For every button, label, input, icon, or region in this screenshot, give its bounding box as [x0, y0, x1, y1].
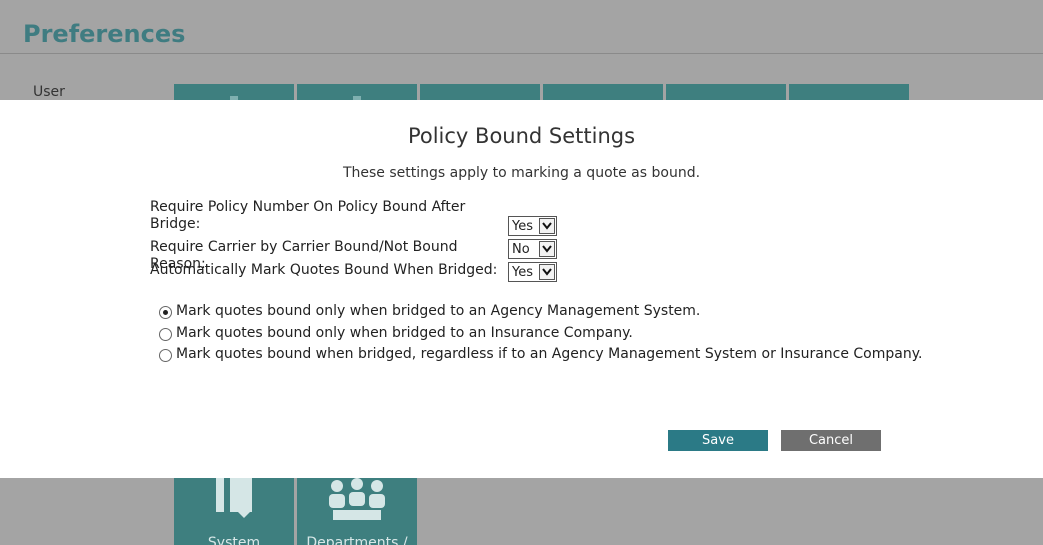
- chevron-down-icon[interactable]: [539, 264, 555, 280]
- radio-label[interactable]: Mark quotes bound when bridged, regardle…: [176, 346, 922, 362]
- tile-top-4[interactable]: [543, 84, 663, 100]
- tile-system-label: System: [207, 535, 261, 545]
- tile-departments-label: Departments /: [306, 535, 408, 545]
- radio-button[interactable]: [159, 349, 172, 362]
- save-button[interactable]: Save: [668, 430, 768, 451]
- chevron-down-icon[interactable]: [539, 241, 555, 257]
- radio-label[interactable]: Mark quotes bound only when bridged to a…: [176, 325, 633, 341]
- setting-label: Automatically Mark Quotes Bound When Bri…: [150, 262, 498, 278]
- tile-departments[interactable]: Departments /: [297, 478, 417, 545]
- select-value: Yes: [512, 219, 533, 234]
- user-section-label: User: [33, 84, 65, 100]
- tile-top-5[interactable]: [666, 84, 786, 100]
- dialog-title: Policy Bound Settings: [407, 124, 636, 148]
- binder-icon: [216, 478, 252, 518]
- cancel-button[interactable]: Cancel: [781, 430, 881, 451]
- setting-label: Require Policy Number On Policy Bound Af…: [150, 199, 466, 232]
- chevron-down-icon[interactable]: [539, 218, 555, 234]
- dialog-subtitle: These settings apply to marking a quote …: [342, 165, 701, 181]
- carrier-reason-select[interactable]: No: [508, 239, 557, 259]
- page-title: Preferences: [23, 20, 186, 48]
- policy-bound-settings-dialog: Policy Bound Settings These settings app…: [0, 100, 1043, 478]
- tile-top-3[interactable]: [420, 84, 540, 100]
- tile-top-2[interactable]: [297, 84, 417, 100]
- tile-system[interactable]: System: [174, 478, 294, 545]
- radio-label[interactable]: Mark quotes bound only when bridged to a…: [176, 303, 700, 319]
- radio-button-selected[interactable]: [159, 306, 172, 319]
- radio-button[interactable]: [159, 328, 172, 341]
- policy-number-select[interactable]: Yes: [508, 216, 557, 236]
- select-value: No: [512, 242, 530, 257]
- select-value: Yes: [512, 265, 533, 280]
- auto-mark-select[interactable]: Yes: [508, 262, 557, 282]
- group-people-icon: [329, 478, 385, 520]
- title-divider: [0, 53, 1043, 54]
- tile-top-6[interactable]: [789, 84, 909, 100]
- tile-top-1[interactable]: [174, 84, 294, 100]
